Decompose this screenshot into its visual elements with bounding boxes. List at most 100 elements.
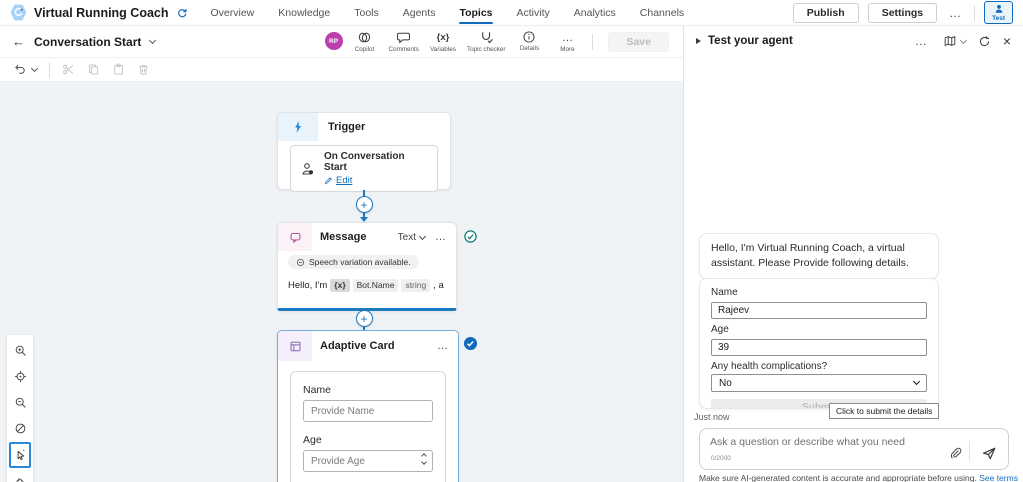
lightning-icon [291, 120, 305, 134]
adaptive-more-icon[interactable]: … [437, 340, 449, 352]
close-icon[interactable]: × [1003, 34, 1011, 48]
check-circle-filled-icon [463, 336, 478, 351]
name-field-label: Name [303, 384, 433, 396]
attachment-icon[interactable] [949, 447, 962, 460]
message-node-title: Message [320, 231, 366, 243]
copy-icon[interactable] [87, 63, 100, 76]
age-field [303, 450, 433, 472]
age-input[interactable] [711, 339, 927, 356]
message-node[interactable]: Message Text … Speech variation availabl… [277, 222, 457, 311]
nav-channels[interactable]: Channels [640, 0, 684, 26]
test-button-label: Test [992, 15, 1005, 22]
trigger-node-title: Trigger [328, 121, 365, 133]
bot-message-bubble: Hello, I'm Virtual Running Coach, a virt… [699, 233, 939, 279]
chat-input-box[interactable]: 0/2000 [699, 428, 1009, 470]
variable-chip-name[interactable]: Bot.Name [353, 279, 399, 292]
chevron-down-icon [960, 36, 967, 43]
back-arrow-icon[interactable]: ← [12, 34, 25, 49]
adaptive-card-message: Name Age Any health complications? No Su… [699, 278, 939, 409]
send-icon[interactable] [981, 445, 997, 461]
select-cursor-icon[interactable] [9, 442, 31, 468]
zoom-in-icon[interactable] [9, 338, 31, 362]
nav-analytics[interactable]: Analytics [574, 0, 616, 26]
panel-more-button[interactable]: … [912, 34, 931, 48]
divider [592, 34, 593, 50]
app-title: Virtual Running Coach [34, 6, 169, 20]
test-button[interactable]: Test [984, 1, 1013, 24]
message-more-icon[interactable]: … [435, 231, 447, 243]
details-tool-button[interactable]: Details [513, 30, 545, 52]
adaptive-card-node[interactable]: Adaptive Card … Name Age Any health comp… [277, 330, 459, 482]
chat-input[interactable] [710, 436, 940, 448]
comments-tool-button[interactable]: Comments [387, 30, 421, 53]
cut-icon[interactable] [62, 63, 75, 76]
trigger-node[interactable]: Trigger On Conversation Start Edit [277, 112, 451, 190]
trigger-step-name: On Conversation Start [324, 151, 428, 173]
trigger-node-header: Trigger [278, 113, 450, 141]
topbar-actions: Publish Settings … Test [793, 1, 1013, 24]
variation-icon [296, 258, 305, 267]
paste-icon[interactable] [112, 63, 125, 76]
collapse-chevron-icon[interactable] [696, 38, 701, 44]
nav-topics[interactable]: Topics [459, 0, 492, 26]
sync-icon [176, 7, 188, 19]
divider [49, 62, 50, 78]
copilot-tool-button[interactable]: Copilot [349, 30, 381, 53]
ai-disclaimer: Make sure AI-generated content is accura… [699, 473, 1019, 482]
save-button[interactable]: Save [608, 32, 669, 52]
nav-knowledge[interactable]: Knowledge [278, 0, 330, 26]
chevron-down-icon[interactable] [149, 37, 156, 44]
adaptive-card-title: Adaptive Card [320, 340, 395, 352]
app-logo-icon [10, 4, 27, 21]
topic-checker-tool-button[interactable]: Topic checker [465, 30, 508, 53]
slash-circle-icon[interactable] [9, 416, 31, 440]
nav-overview[interactable]: Overview [211, 0, 255, 26]
primary-nav: Overview Knowledge Tools Agents Topics A… [211, 0, 685, 26]
topic-toolbar: ← Conversation Start RP Copilot Comments… [0, 26, 683, 58]
test-panel-header: Test your agent … × [684, 26, 1023, 56]
age-input[interactable] [303, 450, 433, 472]
pan-hand-icon[interactable] [9, 470, 31, 482]
variable-chip-type: string [401, 279, 430, 292]
settings-button[interactable]: Settings [868, 3, 937, 23]
name-field [303, 400, 433, 422]
name-input[interactable] [711, 302, 927, 319]
message-type-selector[interactable]: Text [398, 232, 416, 243]
speech-variation-pill[interactable]: Speech variation available. [288, 255, 419, 269]
authoring-canvas[interactable]: Trigger On Conversation Start Edit + [0, 82, 683, 482]
add-node-button[interactable]: + [356, 310, 373, 327]
center-target-icon[interactable] [9, 364, 31, 388]
message-text[interactable]: Hello, I'm {x} Bot.Name string , a virtu… [288, 279, 446, 292]
see-terms-link[interactable]: See terms [979, 473, 1018, 482]
adaptive-icon-cell [278, 331, 312, 361]
number-stepper-icon[interactable] [422, 454, 426, 464]
edit-trigger-link[interactable]: Edit [324, 175, 428, 186]
adaptive-card-header: Adaptive Card … [278, 331, 458, 361]
more-tool-button[interactable]: … More [551, 30, 583, 53]
undo-button[interactable] [14, 63, 37, 76]
topic-name: Conversation Start [34, 35, 141, 49]
copilot-icon [357, 30, 372, 45]
zoom-out-icon[interactable] [9, 390, 31, 414]
publish-button[interactable]: Publish [793, 3, 859, 23]
delete-icon[interactable] [137, 63, 150, 76]
topbar-more-button[interactable]: … [946, 6, 965, 20]
trigger-step-card[interactable]: On Conversation Start Edit [290, 145, 438, 192]
variables-tool-button[interactable]: {x} Variables [427, 30, 459, 53]
nav-agents[interactable]: Agents [403, 0, 436, 26]
health-label: Any health complications? [711, 361, 927, 372]
name-input[interactable] [303, 400, 433, 422]
chevron-down-icon[interactable] [419, 232, 426, 239]
nav-activity[interactable]: Activity [517, 0, 550, 26]
health-select[interactable]: No [711, 374, 927, 392]
message-icon-cell [278, 223, 312, 251]
refresh-icon[interactable] [978, 35, 991, 48]
person-icon [994, 4, 1004, 14]
add-node-button[interactable]: + [356, 196, 373, 213]
topic-checker-icon [479, 30, 494, 45]
topic-tools: RP Copilot Comments {x} Variables Topic … [325, 30, 584, 53]
nav-tools[interactable]: Tools [354, 0, 379, 26]
test-panel-title: Test your agent [708, 35, 793, 47]
variable-chip-x[interactable]: {x} [330, 279, 349, 292]
activity-map-button[interactable] [943, 34, 966, 48]
